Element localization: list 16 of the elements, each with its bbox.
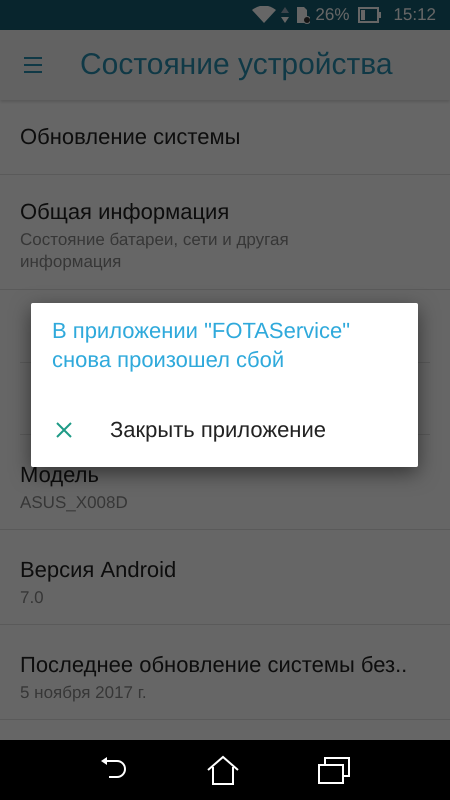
home-icon[interactable] — [206, 755, 240, 785]
sim-card-icon — [294, 6, 310, 24]
screen-title: Состояние устройства — [80, 48, 393, 82]
dialog-title: В приложении "FOTAService" снова произошел сбой — [52, 317, 352, 374]
recent-apps-icon[interactable] — [317, 755, 352, 785]
data-arrows-icon — [281, 6, 290, 24]
battery-icon — [358, 7, 382, 23]
item-title: Общая информация — [20, 199, 230, 225]
item-title: Последнее обновление системы без.. — [20, 652, 408, 678]
settings-item[interactable]: Обновление системы — [0, 100, 450, 175]
battery-percentage: 26% — [315, 5, 350, 25]
item-title: Модель — [20, 462, 100, 488]
close-icon — [56, 422, 72, 438]
item-title: Версия Android — [20, 557, 178, 583]
clock: 15:12 — [393, 5, 436, 25]
item-title: Обновление системы — [20, 124, 242, 150]
